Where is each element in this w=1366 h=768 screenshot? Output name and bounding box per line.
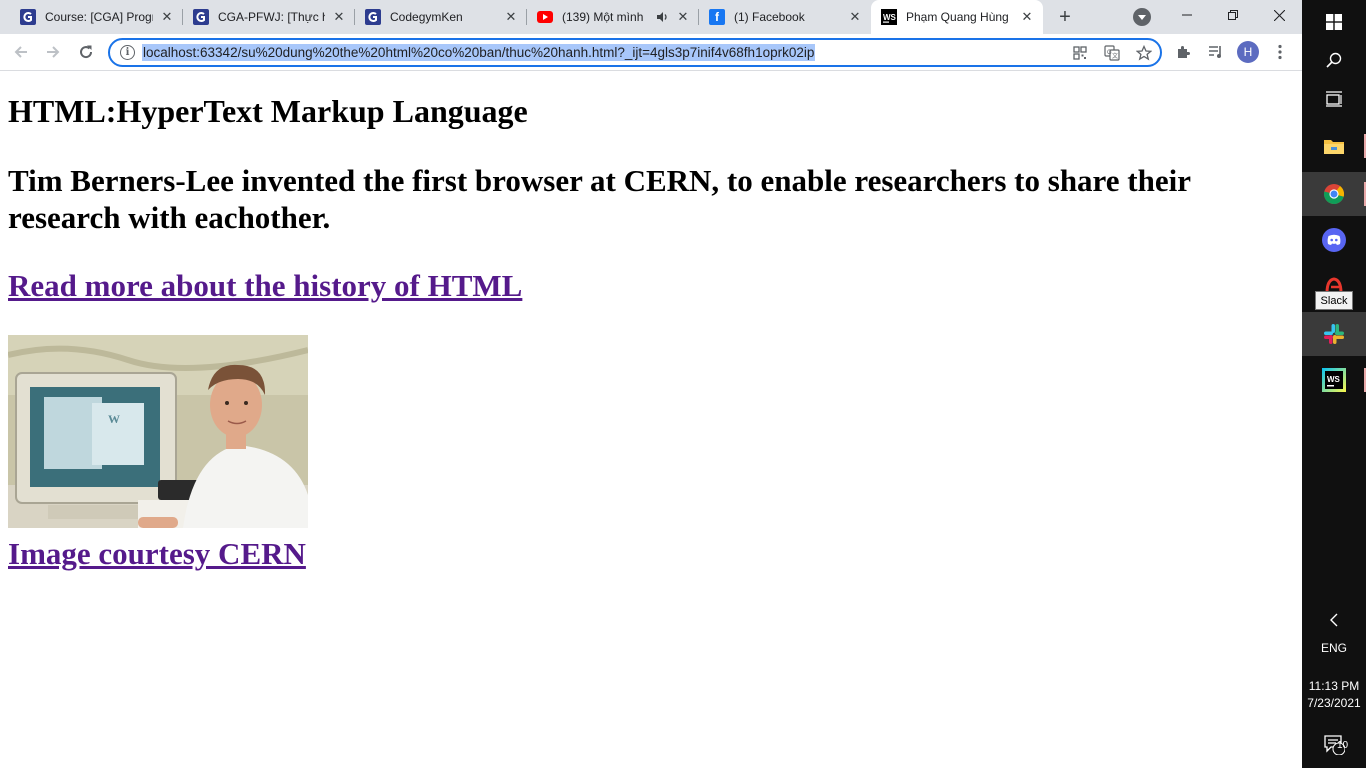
task-view-icon[interactable] — [1302, 77, 1366, 121]
facebook-icon: f — [709, 9, 725, 25]
back-button[interactable] — [7, 38, 35, 66]
media-control-icon[interactable] — [1207, 43, 1225, 61]
profile-avatar[interactable]: H — [1237, 41, 1259, 63]
tab-title: (139) Một mình — [562, 10, 644, 24]
extensions-puzzle-icon[interactable] — [1175, 43, 1193, 61]
address-bar[interactable]: i localhost:63342/su%20dung%20the%20html… — [108, 38, 1162, 67]
tab-codegymken[interactable]: CodegymKen ✕ — [355, 0, 527, 34]
tab-facebook[interactable]: f (1) Facebook ✕ — [699, 0, 871, 34]
notification-count: 10 — [1337, 740, 1349, 751]
chrome-icon[interactable] — [1302, 172, 1366, 216]
close-icon[interactable]: ✕ — [1019, 9, 1035, 25]
close-icon[interactable]: ✕ — [503, 9, 519, 25]
svg-text:文: 文 — [1112, 52, 1118, 60]
url-text[interactable]: localhost:63342/su%20dung%20the%20html%2… — [142, 44, 816, 61]
action-center-icon[interactable]: 10 — [1302, 722, 1366, 766]
browser-window: Course: [CGA] Progra ✕ CGA-PFWJ: [Thực h… — [0, 0, 1302, 768]
tab-cga-pfwj[interactable]: CGA-PFWJ: [Thực hà ✕ — [183, 0, 355, 34]
bookmark-star-icon[interactable] — [1136, 45, 1152, 61]
reload-button[interactable] — [72, 38, 100, 66]
cern-photo: W — [8, 335, 308, 528]
page-content: HTML:HyperText Markup Language Tim Berne… — [0, 72, 1302, 768]
slack-icon[interactable] — [1302, 312, 1366, 356]
minimize-button[interactable] — [1164, 0, 1210, 30]
close-icon[interactable]: ✕ — [159, 9, 175, 25]
restore-button[interactable] — [1210, 0, 1256, 30]
search-icon[interactable] — [1302, 38, 1366, 82]
svg-text:WS: WS — [883, 13, 897, 22]
discord-icon[interactable] — [1302, 218, 1366, 262]
browser-toolbar: i localhost:63342/su%20dung%20the%20html… — [0, 34, 1302, 71]
windows-taskbar: WS ENG 11:13 PM 7/23/2021 10 — [1302, 0, 1366, 768]
kebab-menu-icon[interactable] — [1271, 43, 1289, 61]
webstorm-icon: WS — [881, 9, 897, 25]
close-window-button[interactable] — [1256, 0, 1302, 30]
file-explorer-icon[interactable] — [1302, 124, 1366, 168]
svg-text:WS: WS — [1327, 375, 1341, 384]
image-credit-link[interactable]: Image courtesy CERN — [8, 536, 1294, 572]
qr-code-icon[interactable] — [1072, 45, 1088, 61]
youtube-icon — [537, 9, 553, 25]
page-subheading: Tim Berners-Lee invented the first brows… — [8, 163, 1191, 235]
translate-icon[interactable]: G文 — [1104, 45, 1120, 61]
webstorm-icon[interactable]: WS — [1302, 358, 1366, 402]
input-language[interactable]: ENG — [1302, 641, 1366, 655]
show-hidden-icons-chevron-icon[interactable] — [1302, 598, 1366, 642]
page-heading: HTML:HyperText Markup Language — [8, 93, 528, 129]
close-icon[interactable]: ✕ — [331, 9, 347, 25]
tab-title: Phạm Quang Hùng — [906, 10, 1009, 24]
clock-time[interactable]: 11:13 PM — [1302, 679, 1366, 693]
tab-strip: Course: [CGA] Progra ✕ CGA-PFWJ: [Thực h… — [0, 0, 1302, 34]
codegym-icon — [193, 9, 209, 25]
site-info-icon[interactable]: i — [120, 45, 135, 60]
clock-date[interactable]: 7/23/2021 — [1302, 696, 1366, 710]
codegym-icon — [20, 9, 36, 25]
tab-title: (1) Facebook — [734, 10, 805, 24]
tab-active-page[interactable]: WS Phạm Quang Hùng ✕ — [871, 0, 1043, 34]
tab-search-icon[interactable] — [1133, 8, 1151, 26]
codegym-icon — [365, 9, 381, 25]
close-icon[interactable]: ✕ — [675, 9, 691, 25]
svg-text:W: W — [108, 412, 120, 426]
tab-title: CGA-PFWJ: [Thực hà — [218, 10, 325, 24]
new-tab-button[interactable]: + — [1053, 5, 1077, 29]
tab-title: Course: [CGA] Progra — [45, 10, 153, 24]
close-icon[interactable]: ✕ — [847, 9, 863, 25]
tab-title: CodegymKen — [390, 10, 463, 24]
tab-youtube[interactable]: (139) Một mình ✕ — [527, 0, 699, 34]
speaker-icon[interactable] — [655, 10, 669, 24]
tab-course-cga[interactable]: Course: [CGA] Progra ✕ — [0, 0, 183, 34]
history-link[interactable]: Read more about the history of HTML — [8, 268, 1294, 304]
forward-button[interactable] — [39, 38, 67, 66]
slack-tooltip: Slack — [1315, 291, 1353, 310]
